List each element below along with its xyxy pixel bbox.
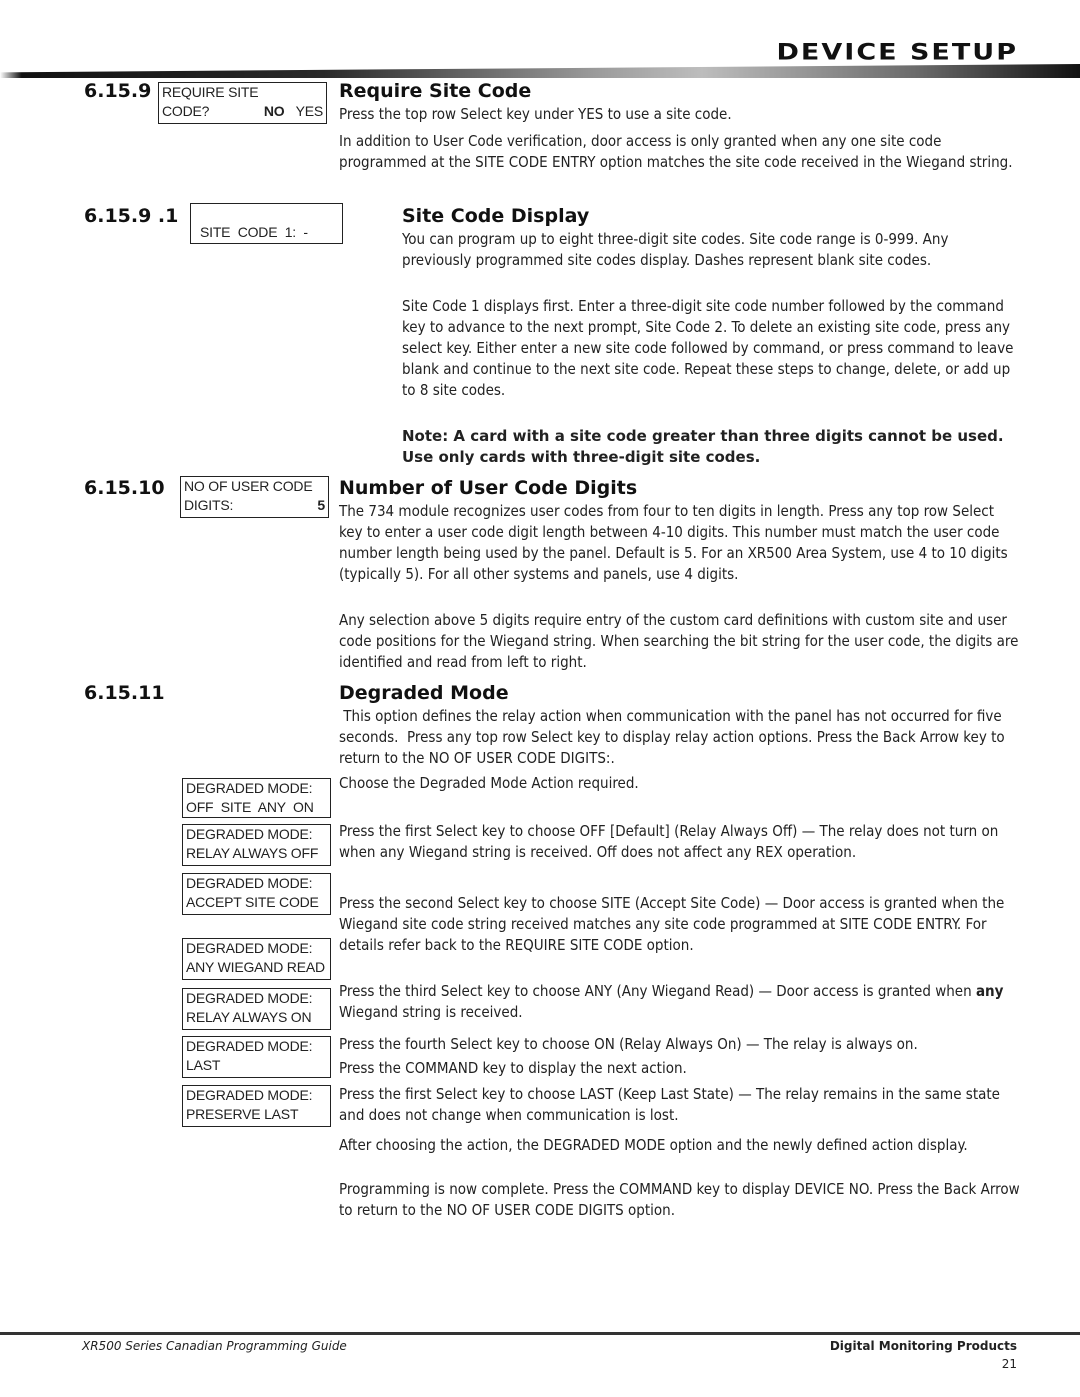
lcd-line-2: RELAY ALWAYS ON bbox=[186, 1009, 312, 1025]
note: Note: A card with a site code greater th… bbox=[402, 427, 1004, 466]
lcd-site-code-display: SITE CODE 1: - bbox=[190, 203, 343, 244]
header-rule bbox=[0, 64, 1080, 78]
paragraph: Site Code 1 displays first. Enter a thre… bbox=[402, 297, 1014, 399]
section-title: Number of User Code Digits bbox=[339, 477, 638, 499]
lcd-line-2: CODE? NO YES bbox=[162, 102, 323, 121]
paragraph: Press the second Select key to choose SI… bbox=[339, 894, 1005, 954]
section-number: 6.15.10 bbox=[84, 477, 165, 499]
lcd-line-1: DEGRADED MODE: bbox=[186, 1038, 313, 1054]
paragraph: The 734 module recognizes user codes fro… bbox=[339, 502, 1008, 583]
lcd-line-2: DIGITS: 5 bbox=[184, 496, 325, 515]
lcd-option-yes: YES bbox=[295, 103, 324, 119]
lcd-line-1: DEGRADED MODE: bbox=[186, 940, 313, 956]
lcd-line-2: SITE CODE 1: - bbox=[200, 224, 308, 240]
lcd-line-1: REQUIRE SITE bbox=[162, 84, 259, 100]
lcd-line-2: PRESERVE LAST bbox=[186, 1106, 299, 1122]
paragraph: Press the first Select key to choose LAS… bbox=[339, 1085, 1000, 1124]
section-number: 6.15.11 bbox=[84, 682, 165, 704]
paragraph: In addition to User Code verification, d… bbox=[339, 132, 1013, 171]
section-number: 6.15.9 .1 bbox=[84, 205, 179, 227]
lcd-line-2: RELAY ALWAYS OFF bbox=[186, 845, 319, 861]
lcd-line-1: DEGRADED MODE: bbox=[186, 990, 313, 1006]
lcd-degraded-mode-site: DEGRADED MODE: ACCEPT SITE CODE bbox=[182, 873, 331, 915]
lcd-line-1: DEGRADED MODE: bbox=[186, 780, 313, 796]
lcd-line-1 bbox=[194, 204, 339, 223]
footer-company: Digital Monitoring Products bbox=[829, 1339, 1017, 1353]
lcd-degraded-mode-last: DEGRADED MODE: LAST bbox=[182, 1036, 331, 1078]
lcd-degraded-mode-preserve-last: DEGRADED MODE: PRESERVE LAST bbox=[182, 1085, 331, 1127]
page-number: 21 bbox=[1001, 1357, 1017, 1371]
paragraph: Choose the Degraded Mode Action required… bbox=[339, 774, 639, 792]
lcd-line-2: OFF SITE ANY ON bbox=[186, 799, 314, 815]
paragraph: Press the fourth Select key to choose ON… bbox=[339, 1035, 918, 1053]
paragraph: Any selection above 5 digits require ent… bbox=[339, 611, 1019, 671]
section-number: 6.15.9 bbox=[84, 80, 152, 102]
footer-rule bbox=[0, 1332, 1080, 1335]
lcd-line-1: DEGRADED MODE: bbox=[186, 1087, 313, 1103]
text: Press the third Select key to choose ANY… bbox=[339, 982, 976, 1000]
paragraph: After choosing the action, the DEGRADED … bbox=[339, 1136, 968, 1154]
lcd-degraded-mode-any: DEGRADED MODE: ANY WIEGAND READ bbox=[182, 938, 331, 980]
emphasis: any bbox=[975, 982, 1004, 1000]
lcd-require-site-code: REQUIRE SITE CODE? NO YES bbox=[158, 82, 327, 124]
footer-guide-title: XR500 Series Canadian Programming Guide bbox=[82, 1339, 347, 1353]
lcd-degraded-mode-off: DEGRADED MODE: RELAY ALWAYS OFF bbox=[182, 824, 331, 866]
section-title: Degraded Mode bbox=[339, 682, 509, 704]
paragraph: Press the third Select key to choose ANY… bbox=[339, 981, 1019, 1023]
lcd-line-1: DEGRADED MODE: bbox=[186, 875, 313, 891]
lcd-degraded-mode-on: DEGRADED MODE: RELAY ALWAYS ON bbox=[182, 988, 331, 1030]
lcd-line-2: ACCEPT SITE CODE bbox=[186, 894, 319, 910]
paragraph: Press the first Select key to choose OFF… bbox=[339, 822, 999, 861]
section-title: Require Site Code bbox=[339, 80, 532, 102]
lcd-line-1: NO OF USER CODE bbox=[184, 478, 313, 494]
lcd-line-1: DEGRADED MODE: bbox=[186, 826, 313, 842]
lcd-prompt: CODE? bbox=[162, 103, 210, 119]
paragraph: Programming is now complete. Press the C… bbox=[339, 1180, 1020, 1219]
paragraph: This option defines the relay action whe… bbox=[339, 707, 1009, 767]
lcd-line-2: LAST bbox=[186, 1057, 221, 1073]
section-title: Site Code Display bbox=[402, 205, 590, 227]
lcd-value: 5 bbox=[317, 497, 325, 513]
paragraph: You can program up to eight three-digit … bbox=[402, 230, 949, 269]
lcd-line-2: ANY WIEGAND READ bbox=[186, 959, 325, 975]
lcd-prompt: DIGITS: bbox=[184, 497, 234, 513]
lcd-degraded-mode-options: DEGRADED MODE: OFF SITE ANY ON bbox=[182, 778, 331, 818]
page-header-title: DEVICE SETUP bbox=[776, 40, 1018, 66]
paragraph: Press the COMMAND key to display the nex… bbox=[339, 1059, 687, 1077]
paragraph: Press the top row Select key under YES t… bbox=[339, 105, 732, 123]
lcd-option-no: NO bbox=[263, 103, 285, 119]
lcd-user-code-digits: NO OF USER CODE DIGITS: 5 bbox=[180, 476, 329, 518]
text: Wiegand string is received. bbox=[339, 1003, 523, 1021]
